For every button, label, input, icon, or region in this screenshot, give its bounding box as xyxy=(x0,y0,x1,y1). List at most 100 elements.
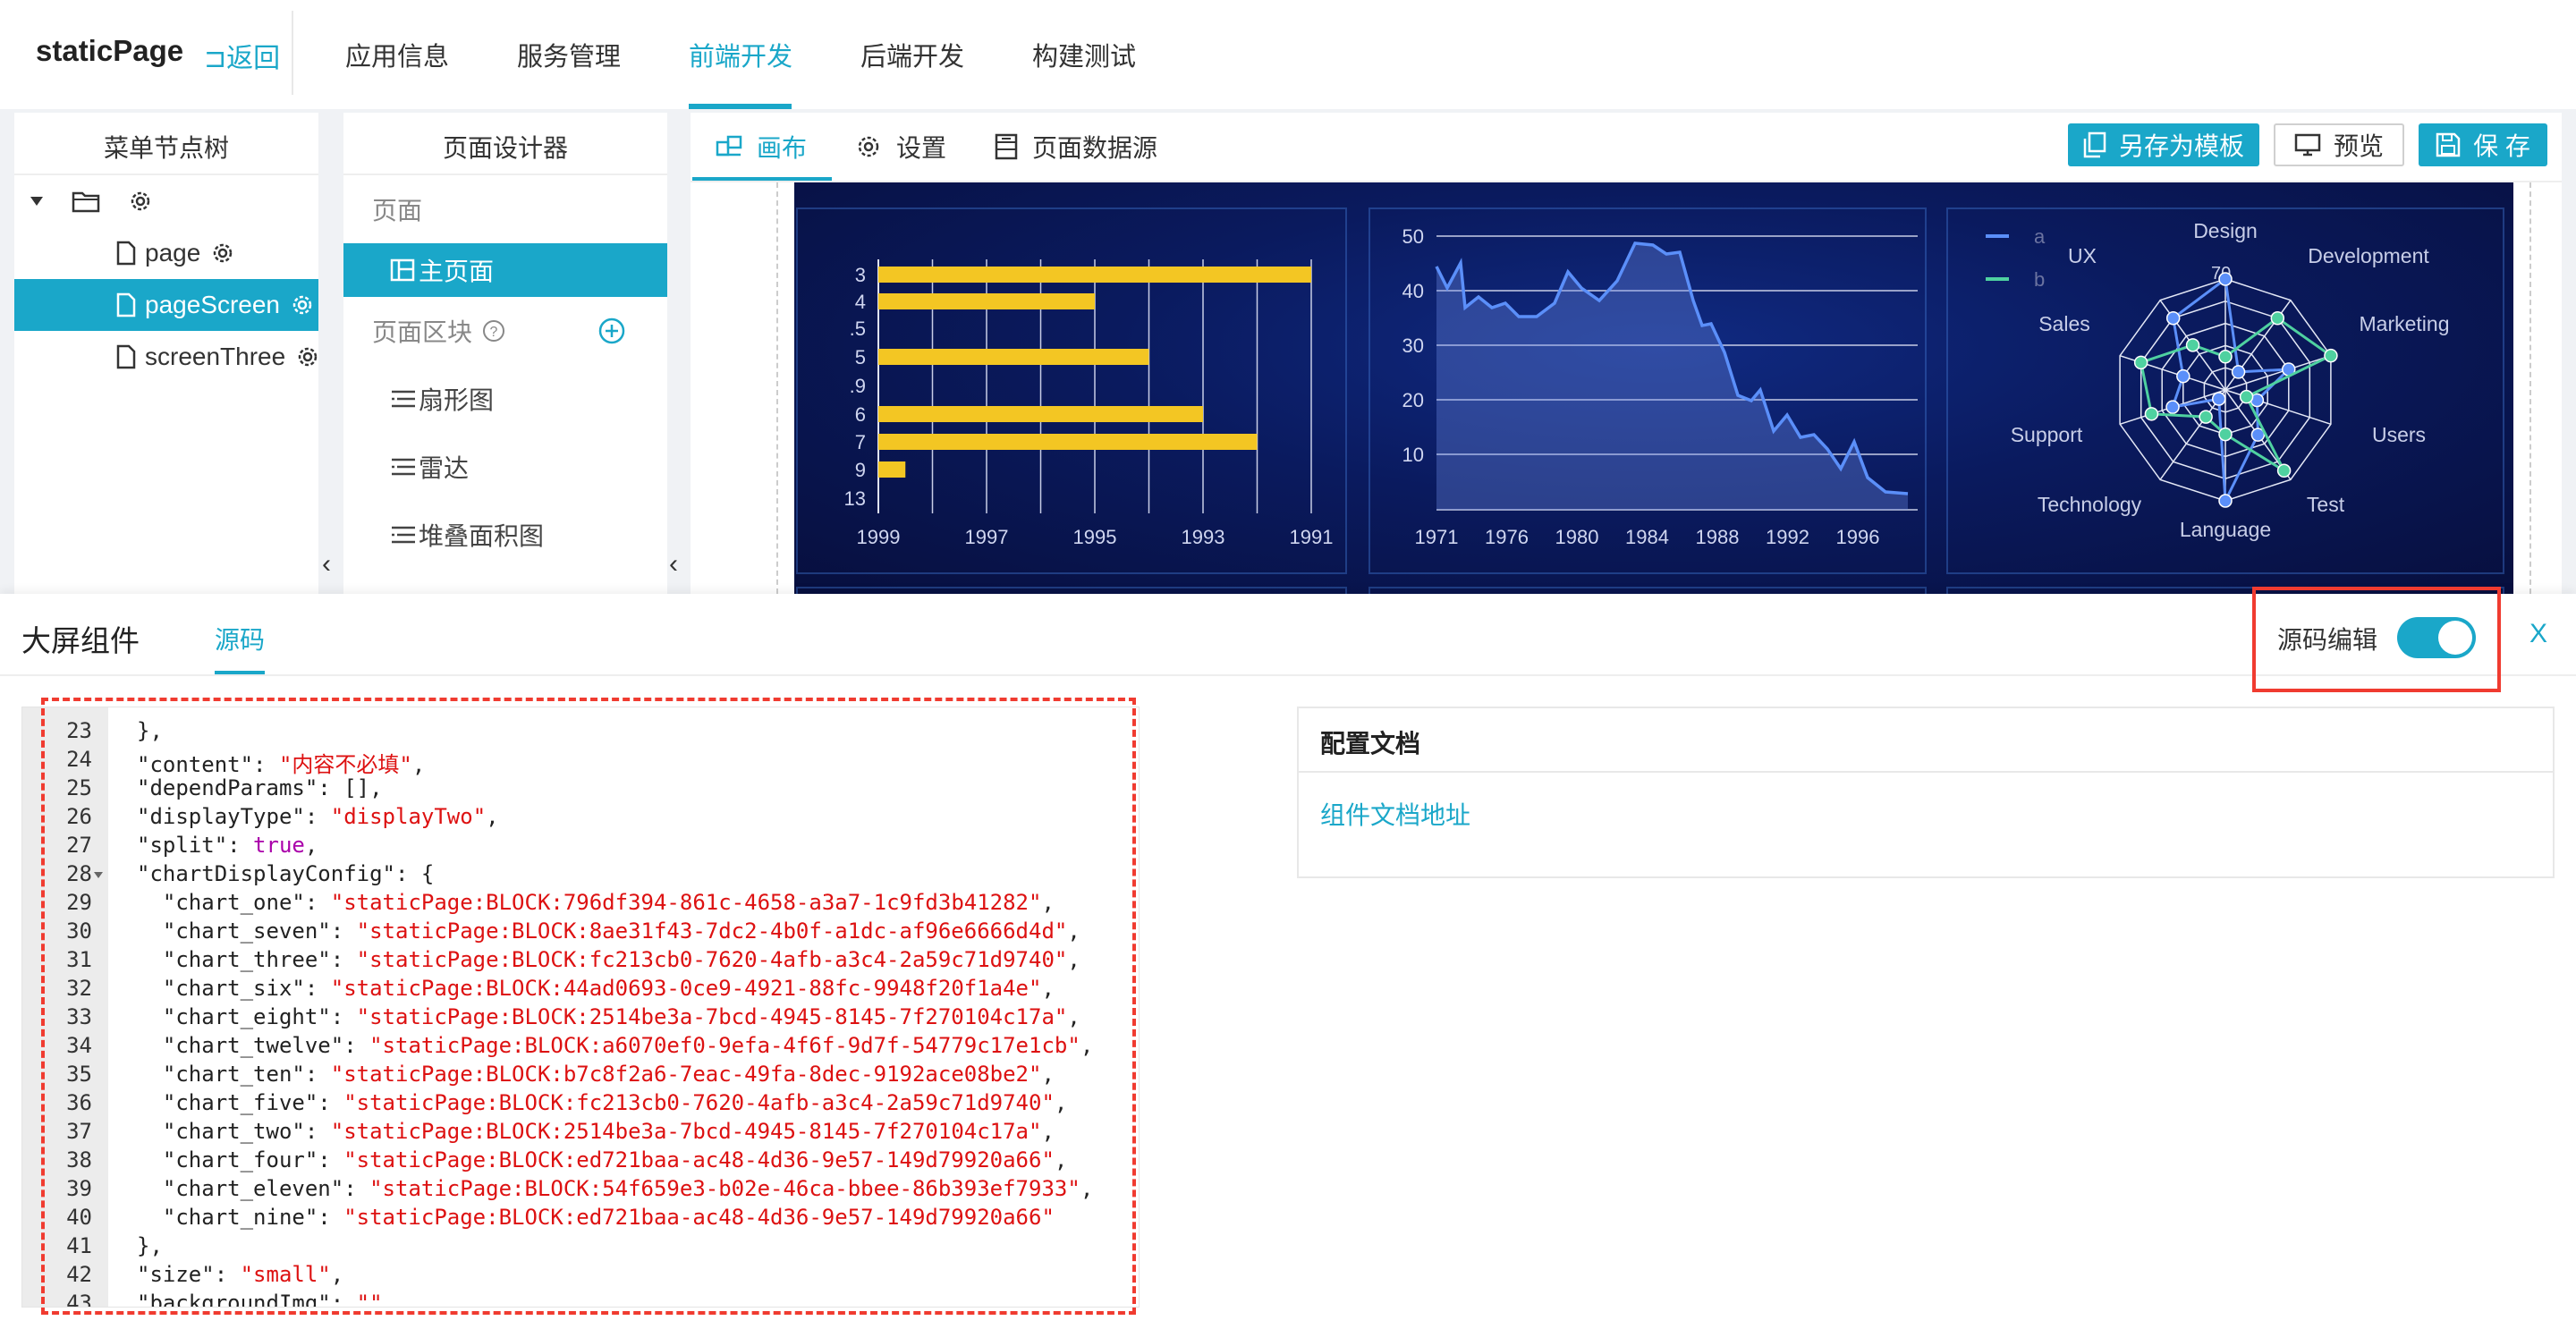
tree-item-page[interactable]: page xyxy=(14,227,318,279)
block-item-stacked-area[interactable]: 堆叠面积图 xyxy=(343,501,667,569)
save-as-template-button[interactable]: 另存为模板 xyxy=(2068,123,2259,166)
folder-icon xyxy=(72,190,100,213)
block-item-label: 雷达 xyxy=(419,454,470,482)
x-tick-label: 1993 xyxy=(1182,526,1225,548)
radar-point xyxy=(2239,389,2254,404)
radar-point xyxy=(2165,400,2180,414)
collapse-left-icon[interactable]: ‹ xyxy=(322,549,331,580)
main-page-item[interactable]: 主页面 xyxy=(343,243,667,297)
help-icon[interactable]: ? xyxy=(481,318,506,343)
button-label: 保 存 xyxy=(2473,132,2530,160)
highlight-dashed-box xyxy=(41,698,1136,1315)
nav-item-frontend[interactable]: 前端开发 xyxy=(689,36,792,73)
back-link[interactable]: ⊐返回 xyxy=(204,36,280,75)
block-item-radar[interactable]: 雷达 xyxy=(343,433,667,501)
nav-active-indicator xyxy=(689,104,792,109)
tree-root[interactable] xyxy=(14,175,318,227)
canvas-guide xyxy=(776,182,778,594)
bar xyxy=(878,349,1149,365)
radar-point xyxy=(2165,310,2181,326)
block-item-label: 扇形图 xyxy=(419,386,495,414)
close-icon[interactable]: X xyxy=(2529,619,2547,649)
list-icon xyxy=(390,457,417,477)
tab-label: 设置 xyxy=(896,134,947,162)
block-item-pie[interactable]: 扇形图 xyxy=(343,365,667,433)
x-tick-label: 1991 xyxy=(1290,526,1334,548)
y-tick-label: 9 xyxy=(855,459,866,481)
radar-indicator-label: Support xyxy=(2011,423,2083,446)
radar-indicator-label: Test xyxy=(2307,493,2345,516)
tree-item-screenthree[interactable]: screenThree xyxy=(14,331,318,383)
config-doc-title: 配置文档 xyxy=(1299,708,2553,773)
preview-button[interactable]: 预览 xyxy=(2274,123,2404,166)
menu-tree-title: 菜单节点树 xyxy=(14,113,318,175)
caret-down-icon[interactable] xyxy=(29,195,45,207)
x-tick-label: 1992 xyxy=(1766,526,1809,548)
drawer-divider xyxy=(0,674,2576,676)
highlight-box xyxy=(2252,587,2501,692)
nav-item-backend[interactable]: 后端开发 xyxy=(860,36,964,73)
y-tick-label: 40 xyxy=(1402,280,1424,302)
tree-item-label: page xyxy=(145,239,201,267)
tree-item-pagescreen[interactable]: pageScreen xyxy=(14,279,318,331)
radar-point xyxy=(2199,410,2213,424)
blocks-label: 页面区块 xyxy=(372,318,473,346)
radar-point xyxy=(2324,348,2338,363)
radar-point xyxy=(2218,494,2233,508)
y-tick-label: 20 xyxy=(1402,389,1424,411)
radar-indicator-label: UX xyxy=(2068,244,2097,267)
page-designer-title: 页面设计器 xyxy=(343,113,667,175)
database-icon xyxy=(995,133,1018,160)
gear-icon[interactable] xyxy=(294,343,318,370)
y-tick-label: 30 xyxy=(1402,334,1424,357)
radar-indicator-label: Development xyxy=(2308,244,2429,267)
button-label: 另存为模板 xyxy=(2118,132,2244,160)
bar xyxy=(878,406,1203,422)
tree-item-label: screenThree xyxy=(145,343,286,370)
x-tick-label: 1988 xyxy=(1696,526,1740,548)
tab-page-datasource[interactable]: 页面数据源 xyxy=(995,129,1157,165)
dashboard-charts: 3 4 .5 5 .9 6 7 9 13 1999 1997 1995 1993 1991 50 40 30 20… xyxy=(844,219,2450,548)
radar-indicator-label: Language xyxy=(2180,518,2271,541)
x-tick-label: 1997 xyxy=(965,526,1009,548)
nav-item-service[interactable]: 服务管理 xyxy=(517,36,621,73)
app-brand: staticPage xyxy=(36,34,184,67)
tab-settings[interactable]: 设置 xyxy=(855,129,946,165)
page-label: 页面 xyxy=(372,197,423,224)
collapse-left-icon[interactable]: ‹ xyxy=(669,549,678,580)
gear-icon[interactable] xyxy=(209,240,236,267)
bar xyxy=(878,293,1095,309)
gear-icon[interactable] xyxy=(289,292,316,318)
component-doc-link[interactable]: 组件文档地址 xyxy=(1299,773,2553,855)
x-tick-label: 1984 xyxy=(1625,526,1669,548)
blocks-header: 页面区块 ? xyxy=(343,297,667,365)
bar xyxy=(878,267,1311,283)
monitor-icon xyxy=(2294,133,2321,157)
canvas-guide xyxy=(2529,182,2531,594)
copy-icon xyxy=(2083,131,2106,158)
block-item-label: 堆叠面积图 xyxy=(419,522,545,550)
gear-icon[interactable] xyxy=(127,188,154,215)
y-tick-label: 4 xyxy=(855,291,866,313)
canvas-icon xyxy=(716,135,742,158)
y-tick-label: .9 xyxy=(850,375,866,397)
menu-tree-panel: 菜单节点树 page pageScreen screenThree xyxy=(14,113,318,594)
nav-item-build-test[interactable]: 构建测试 xyxy=(1032,36,1136,73)
save-button[interactable]: 保 存 xyxy=(2419,123,2547,166)
add-block-icon[interactable] xyxy=(597,317,626,345)
tab-source[interactable]: 源码 xyxy=(215,621,265,656)
x-tick-label: 1999 xyxy=(857,526,901,548)
bar xyxy=(878,434,1258,450)
y-tick-label: 6 xyxy=(855,403,866,426)
radar-indicator-label: Design xyxy=(2193,219,2258,242)
nav-item-app-info[interactable]: 应用信息 xyxy=(345,36,449,73)
x-tick-label: 1971 xyxy=(1415,526,1459,548)
radar-point xyxy=(2176,368,2190,384)
tab-label: 画布 xyxy=(757,134,808,162)
y-tick-label: 13 xyxy=(844,487,866,510)
legend-label: b xyxy=(2034,268,2045,291)
radar-point xyxy=(2276,463,2292,478)
x-tick-label: 1995 xyxy=(1073,526,1117,548)
tab-canvas[interactable]: 画布 xyxy=(716,129,807,165)
tab-label: 页面数据源 xyxy=(1032,134,1158,162)
